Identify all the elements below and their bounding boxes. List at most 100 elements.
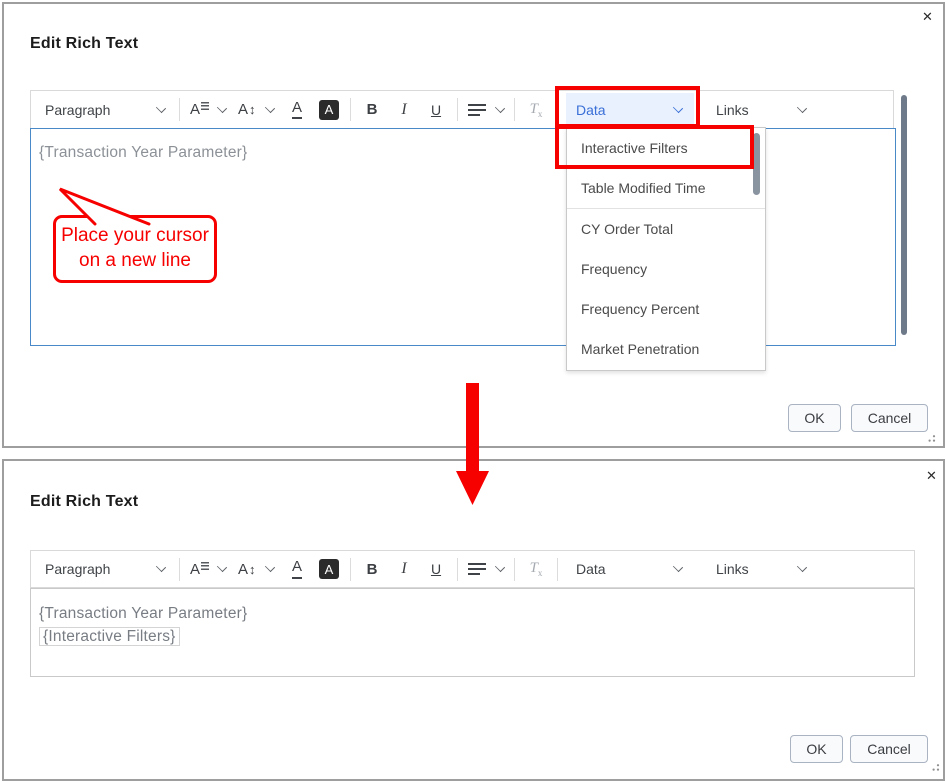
callout-text-line: Place your cursor — [61, 225, 209, 247]
editor-text-line: {Transaction Year Parameter} — [39, 605, 248, 622]
toolbar-divider — [557, 557, 558, 581]
paragraph-style-label: Paragraph — [45, 101, 111, 118]
cancel-button[interactable]: Cancel — [851, 404, 928, 432]
alignment-button[interactable] — [464, 95, 508, 125]
callout-text-line: on a new line — [79, 250, 191, 271]
clear-formatting-icon: Tx — [529, 100, 543, 119]
clear-formatting-icon: Tx — [529, 560, 543, 578]
menu-item-frequency[interactable]: Frequency — [567, 249, 765, 289]
screenshot-stage: Edit Rich Text ✕ Paragraph A A↕ A A B I … — [0, 0, 947, 782]
menu-item-frequency-percent[interactable]: Frequency Percent — [567, 289, 765, 329]
links-dropdown[interactable]: Links — [706, 93, 818, 126]
toolbar-divider — [557, 98, 558, 121]
paragraph-style-select[interactable]: Paragraph — [45, 561, 173, 577]
alignment-button[interactable] — [464, 554, 508, 584]
italic-button[interactable]: I — [389, 554, 419, 584]
menu-scrollbar-thumb[interactable] — [753, 133, 760, 195]
edit-rich-text-dialog-before: Edit Rich Text ✕ Paragraph A A↕ A A B I … — [2, 2, 945, 448]
annotation-arrow-down — [456, 383, 489, 505]
font-size-icon: A↕ — [238, 560, 256, 578]
text-color-button[interactable]: A — [282, 554, 312, 584]
resize-grip-icon[interactable] — [930, 763, 941, 772]
toolbar-divider — [514, 98, 515, 121]
bold-button[interactable]: B — [357, 554, 387, 584]
chevron-down-icon — [796, 102, 808, 113]
font-size-button[interactable]: A↕ — [234, 95, 278, 125]
chevron-down-icon — [155, 561, 167, 573]
align-left-icon — [468, 103, 486, 116]
links-dropdown-label: Links — [716, 101, 749, 118]
menu-item-label: Table Modified Time — [581, 180, 706, 196]
menu-item-cy-order-total[interactable]: CY Order Total — [567, 209, 765, 249]
menu-item-label: Frequency Percent — [581, 301, 700, 317]
highlight-color-button[interactable]: A — [314, 554, 344, 584]
highlight-color-icon: A — [319, 99, 339, 120]
clear-formatting-button[interactable]: Tx — [521, 95, 551, 125]
text-color-button[interactable]: A — [282, 95, 312, 125]
font-face-button[interactable]: A — [186, 554, 230, 584]
toolbar-divider — [457, 557, 458, 581]
chevron-down-icon — [216, 561, 228, 573]
font-face-icon: A — [190, 561, 210, 577]
dialog-title: Edit Rich Text — [30, 35, 139, 52]
text-color-icon: A — [291, 99, 302, 120]
rich-text-toolbar: Paragraph A A↕ A A B I U — [30, 550, 915, 588]
dialog-title: Edit Rich Text — [30, 493, 139, 510]
chevron-down-icon — [796, 561, 808, 573]
toolbar-divider — [179, 98, 180, 121]
chevron-down-icon — [216, 102, 228, 113]
clear-formatting-button[interactable]: Tx — [521, 554, 551, 584]
chevron-down-icon — [494, 102, 506, 113]
underline-button[interactable]: U — [421, 554, 451, 584]
font-face-button[interactable]: A — [186, 95, 230, 125]
menu-item-label: Interactive Filters — [581, 140, 688, 156]
ok-button[interactable]: OK — [790, 735, 843, 763]
toolbar-divider — [350, 557, 351, 581]
data-dropdown[interactable]: Data Interactive Filters Table Modified … — [555, 86, 766, 371]
text-color-icon: A — [291, 559, 302, 579]
chevron-down-icon — [155, 102, 167, 113]
menu-item-label: Frequency — [581, 261, 648, 277]
font-size-button[interactable]: A↕ — [234, 554, 278, 584]
bold-button[interactable]: B — [357, 95, 387, 125]
chevron-down-icon — [672, 561, 684, 573]
chevron-down-icon — [494, 561, 506, 573]
data-dropdown-label: Data — [576, 101, 606, 118]
menu-item-interactive-filters[interactable]: Interactive Filters — [555, 125, 765, 169]
data-dropdown-menu: Interactive Filters Table Modified Time … — [555, 125, 766, 371]
highlight-color-icon: A — [319, 559, 339, 579]
menu-item-market-penetration[interactable]: Market Penetration — [567, 329, 765, 369]
links-dropdown-label: Links — [716, 561, 749, 577]
toolbar-divider — [457, 98, 458, 121]
editor-text-line: {Interactive Filters} — [39, 625, 906, 648]
italic-button[interactable]: I — [389, 95, 419, 125]
toolbar-divider — [514, 557, 515, 581]
data-dropdown-label: Data — [576, 561, 606, 577]
close-icon[interactable]: ✕ — [926, 469, 937, 483]
menu-item-table-modified-time[interactable]: Table Modified Time — [567, 168, 765, 208]
ok-button[interactable]: OK — [788, 404, 841, 432]
chevron-down-icon — [264, 102, 276, 113]
data-dropdown[interactable]: Data — [566, 553, 694, 586]
chevron-down-icon — [264, 561, 276, 573]
close-icon[interactable]: ✕ — [922, 10, 933, 24]
chevron-down-icon — [672, 102, 684, 113]
toolbar-divider — [350, 98, 351, 121]
highlight-color-button[interactable]: A — [314, 95, 344, 125]
links-dropdown[interactable]: Links — [706, 553, 818, 586]
rich-text-editor[interactable]: {Transaction Year Parameter} {Interactiv… — [30, 588, 915, 677]
font-size-icon: A↕ — [238, 101, 256, 118]
cancel-button[interactable]: Cancel — [850, 735, 928, 763]
underline-button[interactable]: U — [421, 95, 451, 125]
rich-text-toolbar: Paragraph A A↕ A A B I U — [30, 86, 894, 371]
edit-rich-text-dialog-after: Edit Rich Text ✕ Paragraph A A↕ A A B I … — [2, 459, 945, 781]
editor-scrollbar-thumb[interactable] — [901, 95, 907, 335]
menu-item-label: Market Penetration — [581, 341, 700, 357]
resize-grip-icon[interactable] — [926, 434, 937, 443]
paragraph-style-label: Paragraph — [45, 561, 111, 577]
paragraph-style-select[interactable]: Paragraph — [45, 102, 173, 118]
menu-item-label: CY Order Total — [581, 221, 674, 237]
toolbar-divider — [179, 557, 180, 581]
align-left-icon — [468, 563, 486, 575]
inserted-token: {Interactive Filters} — [39, 627, 180, 646]
